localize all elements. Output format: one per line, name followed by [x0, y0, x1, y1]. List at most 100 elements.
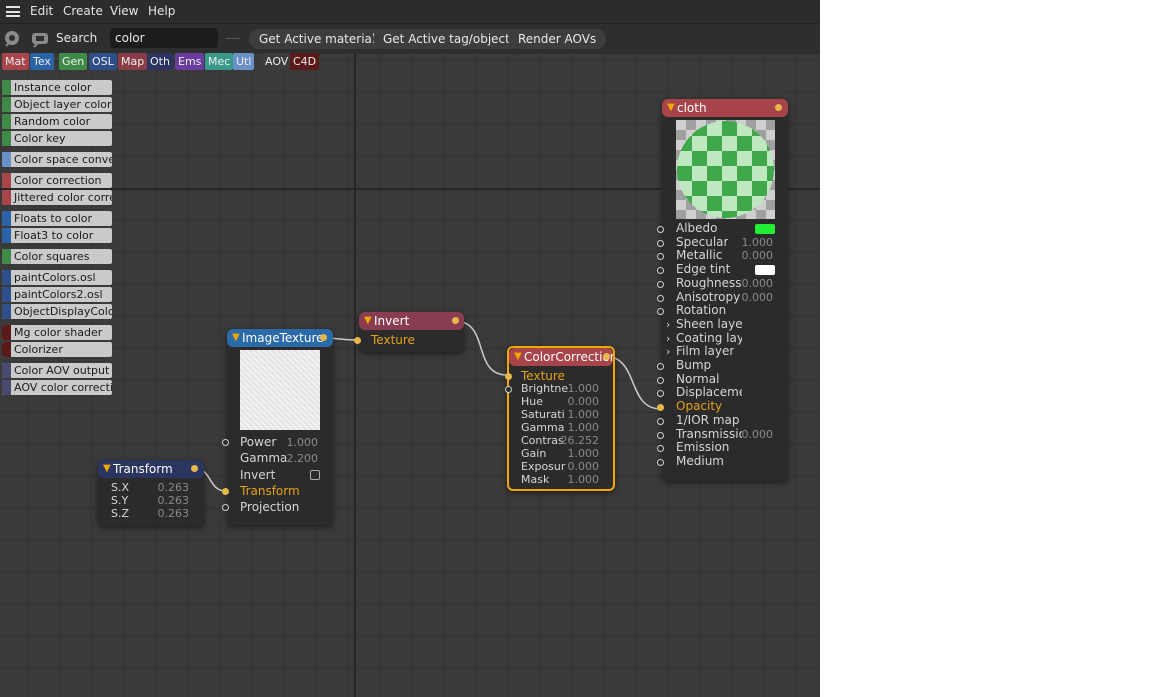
param-label: Rotation	[676, 303, 727, 318]
param-value[interactable]: 26.252	[561, 434, 600, 447]
param-label: Exposur	[521, 460, 566, 473]
param-value[interactable]: 0.263	[158, 494, 190, 507]
param-label: S.Z	[111, 507, 130, 520]
param-value[interactable]: 0.000	[568, 460, 600, 473]
output-port[interactable]	[603, 353, 610, 360]
param-value[interactable]: 0.000	[568, 395, 600, 408]
input-port[interactable]	[657, 294, 664, 302]
param-label: Metallic	[676, 248, 723, 263]
param-label: Emission	[676, 440, 730, 455]
param-label: Projection	[240, 500, 300, 514]
output-port[interactable]	[452, 317, 459, 324]
input-port[interactable]	[657, 417, 664, 425]
input-port-transform[interactable]	[222, 488, 229, 495]
collapse-triangle-icon[interactable]: ▼	[103, 460, 111, 478]
input-port[interactable]	[657, 253, 664, 261]
param-value[interactable]: 1.000	[568, 382, 600, 395]
texture-preview-image	[240, 350, 320, 430]
input-port[interactable]	[657, 376, 664, 384]
input-port[interactable]	[657, 363, 664, 370]
param-value[interactable]: 1.000	[568, 447, 600, 460]
collapse-triangle-icon[interactable]: ▼	[514, 348, 522, 366]
color-swatch[interactable]	[755, 224, 775, 234]
invert-node[interactable]: ▼ Invert Texture	[354, 312, 464, 352]
param-value[interactable]: 1.000	[742, 236, 774, 249]
param-label: Coating layer	[676, 330, 742, 345]
param-value[interactable]: 0.000	[742, 291, 774, 304]
input-port[interactable]	[657, 404, 664, 412]
node-editor-window: Edit Create View Help Search Get Active …	[0, 0, 820, 697]
param-label: Gamma	[521, 421, 565, 434]
invert-checkbox[interactable]	[310, 470, 320, 480]
param-label: Opacity	[676, 399, 723, 414]
input-port[interactable]	[657, 308, 664, 316]
material-preview-image	[676, 120, 775, 219]
collapse-triangle-icon[interactable]: ▼	[667, 99, 675, 117]
output-port[interactable]	[775, 104, 782, 111]
input-port[interactable]	[657, 267, 664, 275]
param-value[interactable]: 1.000	[568, 421, 600, 434]
param-label: Bump	[676, 358, 712, 372]
param-label: Medium	[676, 453, 724, 468]
chevron-right-icon[interactable]: ›	[666, 345, 670, 358]
param-label: Albedo	[676, 221, 718, 235]
param-label: Film layer	[676, 344, 735, 359]
color-swatch[interactable]	[755, 265, 775, 276]
chevron-right-icon[interactable]: ›	[666, 332, 670, 345]
node-title: ImageTexture	[242, 331, 324, 345]
param-label: Invert	[240, 468, 276, 482]
imagetexture-node[interactable]: ▼ ImageTexture Power 1.000 Gamma 2.200 I…	[222, 329, 333, 525]
input-port[interactable]	[505, 386, 512, 393]
param-label: Mask	[521, 473, 550, 486]
cloth-material-node[interactable]: ▼ cloth Albedo Specular 1.000 Metallic 0.000…	[657, 99, 788, 481]
param-value[interactable]: 1.000	[287, 436, 319, 449]
param-label: Normal	[676, 371, 720, 386]
input-port[interactable]	[657, 280, 664, 288]
param-label: Anisotropy	[676, 289, 741, 304]
input-port[interactable]	[222, 439, 229, 446]
colorcorrection-node[interactable]: ▼ ColorCorrection Texture Brightne 1.000…	[505, 346, 615, 491]
input-port[interactable]	[657, 226, 664, 233]
node-title: ColorCorrection	[524, 350, 613, 364]
param-label: Roughness	[676, 275, 742, 290]
param-label: Gamma	[240, 451, 288, 465]
output-port[interactable]	[320, 334, 327, 341]
param-value[interactable]: 2.200	[287, 452, 319, 465]
param-value[interactable]: 0.263	[158, 481, 190, 494]
param-value[interactable]: 0.000	[742, 277, 774, 290]
input-port[interactable]	[657, 431, 664, 439]
colorcorrection-node-header[interactable]: ▼ ColorCorrection	[509, 348, 613, 366]
param-value[interactable]: 0.000	[742, 428, 774, 441]
node-title: Transform	[113, 462, 173, 476]
node-title: Invert	[374, 314, 410, 328]
param-value[interactable]: 0.263	[158, 507, 190, 520]
param-label: Displacement	[676, 385, 742, 400]
param-label: Specular	[676, 234, 729, 249]
input-port[interactable]	[222, 504, 229, 511]
param-value[interactable]: 1.000	[568, 408, 600, 421]
input-port-texture[interactable]	[505, 373, 512, 380]
chevron-right-icon[interactable]: ›	[666, 318, 670, 331]
input-port[interactable]	[657, 445, 664, 453]
imagetexture-node-header[interactable]: ▼ ImageTexture	[227, 329, 333, 347]
param-value[interactable]: 0.000	[742, 249, 774, 262]
cloth-node-header[interactable]: ▼ cloth	[662, 99, 788, 117]
param-label: S.X	[111, 481, 130, 494]
collapse-triangle-icon[interactable]: ▼	[364, 312, 372, 330]
param-label: Sheen layer	[676, 316, 742, 331]
param-label: 1/IOR map	[676, 412, 740, 427]
param-label: Edge tint	[676, 262, 731, 277]
param-label: Transmissio	[676, 426, 742, 441]
transform-node-header[interactable]: ▼ Transform	[98, 460, 204, 478]
input-port-texture[interactable]	[354, 337, 361, 344]
invert-node-header[interactable]: ▼ Invert	[359, 312, 464, 330]
param-label: Texture	[371, 333, 415, 347]
param-label: Gain	[521, 447, 547, 460]
output-port[interactable]	[191, 465, 198, 472]
input-port[interactable]	[657, 458, 664, 466]
param-value[interactable]: 1.000	[568, 473, 600, 486]
input-port[interactable]	[657, 390, 664, 398]
transform-node[interactable]: ▼ Transform S.X 0.263 S.Y 0.263 S.Z 0.26…	[98, 460, 204, 526]
collapse-triangle-icon[interactable]: ▼	[232, 329, 240, 347]
input-port[interactable]	[657, 239, 664, 247]
